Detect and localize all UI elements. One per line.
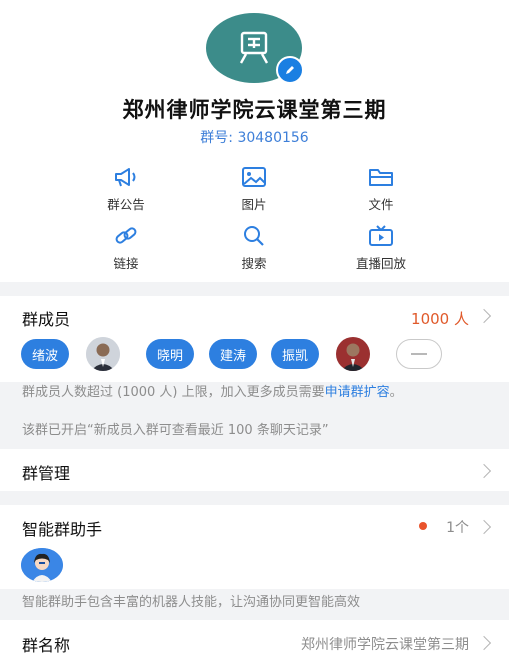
more-members-button[interactable] [396, 339, 442, 369]
member-chip[interactable]: 绪波 [21, 339, 69, 369]
group-number[interactable]: 群号: 30480156 [0, 127, 509, 147]
announcement-button[interactable]: 群公告 [81, 162, 171, 213]
pencil-icon [286, 66, 294, 74]
person-icon [336, 337, 370, 371]
assistant-count: 1个 [446, 520, 469, 536]
history-notice: 该群已开启“新成员入群可查看最近 100 条聊天记录” [22, 423, 329, 438]
search-button[interactable]: 搜索 [209, 221, 299, 272]
live-replay-label: 直播回放 [355, 256, 406, 271]
files-button[interactable]: 文件 [336, 162, 426, 213]
group-management-row[interactable] [0, 449, 509, 491]
members-title: 群成员 [22, 310, 71, 329]
search-icon [244, 226, 264, 246]
megaphone-icon [115, 168, 136, 187]
assistant-avatar[interactable] [21, 548, 63, 582]
announcement-label: 群公告 [107, 197, 145, 212]
group-name-value: 郑州律师学院云课堂第三期 [301, 637, 469, 653]
links-button[interactable]: 链接 [81, 221, 171, 272]
image-icon [242, 167, 266, 187]
group-name-title: 群名称 [22, 636, 71, 655]
link-icon [115, 227, 137, 244]
tv-icon [369, 225, 393, 246]
member-chip[interactable]: 振凯 [271, 339, 319, 369]
member-chip[interactable]: 晓明 [146, 339, 194, 369]
search-label: 搜索 [241, 256, 267, 271]
folder-icon [369, 169, 393, 186]
group-header: 郑州律师学院云课堂第三期 群号: 30480156 群公告 图片 文件 链接 搜… [0, 0, 509, 282]
member-limit-text-end: 。 [389, 385, 403, 400]
links-label: 链接 [113, 256, 139, 271]
member-limit-notice: 群成员人数超过 (1000 人) 上限，加入更多成员需要申请群扩容。 [22, 383, 487, 402]
apply-expansion-link[interactable]: 申请群扩容 [325, 385, 390, 400]
person-icon [86, 337, 120, 371]
assistant-title: 智能群助手 [22, 520, 103, 539]
live-replay-button[interactable]: 直播回放 [336, 221, 426, 272]
new-dot-badge [419, 522, 427, 530]
edit-avatar-button[interactable] [276, 56, 304, 84]
member-photo-avatar[interactable] [336, 337, 370, 371]
member-chip[interactable]: 建涛 [209, 339, 257, 369]
group-management-title: 群管理 [22, 464, 71, 483]
group-title: 郑州律师学院云课堂第三期 [122, 98, 387, 122]
member-count[interactable]: 1000 人 [411, 308, 469, 329]
images-button[interactable]: 图片 [209, 162, 299, 213]
images-label: 图片 [241, 197, 267, 212]
files-label: 文件 [368, 197, 394, 212]
member-limit-text: 群成员人数超过 (1000 人) 上限，加入更多成员需要 [22, 385, 325, 400]
robot-assistant-icon [21, 548, 63, 582]
member-photo-avatar[interactable] [86, 337, 120, 371]
minus-icon [411, 353, 427, 355]
classroom-icon [239, 31, 269, 64]
assistant-description: 智能群助手包含丰富的机器人技能，让沟通协同更智能高效 [22, 595, 361, 610]
